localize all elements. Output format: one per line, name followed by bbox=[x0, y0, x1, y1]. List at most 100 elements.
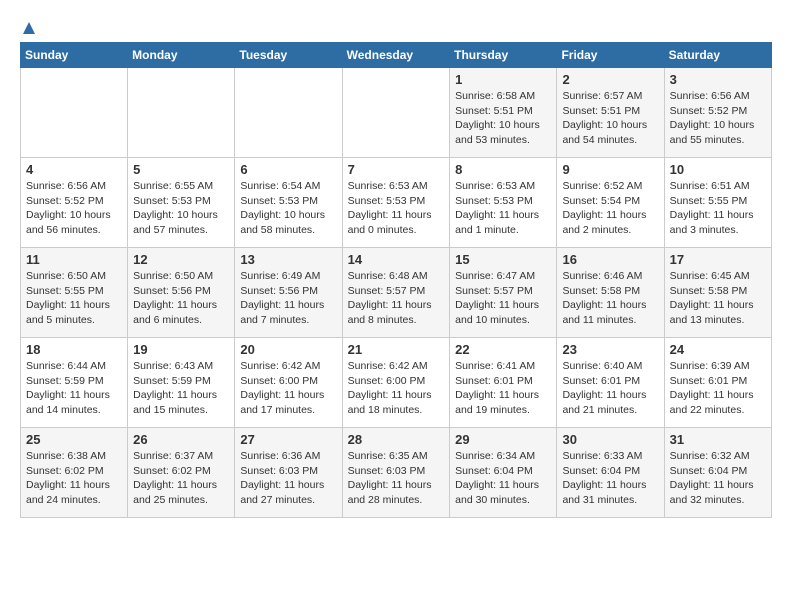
calendar-cell: 23 Sunrise: 6:40 AM Sunset: 6:01 PM Dayli… bbox=[557, 338, 664, 428]
day-number: 18 bbox=[26, 342, 122, 357]
calendar-day-header: Friday bbox=[557, 43, 664, 68]
day-number: 31 bbox=[670, 432, 766, 447]
calendar-cell: 15Sunrise: 6:47 AM Sunset: 5:57 PM Dayli… bbox=[450, 248, 557, 338]
calendar-cell bbox=[128, 68, 235, 158]
calendar-cell: 30 Sunrise: 6:33 AM Sunset: 6:04 PM Dayli… bbox=[557, 428, 664, 518]
day-number: 12 bbox=[133, 252, 229, 267]
day-info: Sunrise: 6:41 AM Sunset: 6:01 PM Dayligh… bbox=[455, 359, 551, 418]
calendar-day-header: Monday bbox=[128, 43, 235, 68]
logo bbox=[20, 20, 38, 32]
day-number: 11 bbox=[26, 252, 122, 267]
day-info: Sunrise: 6:39 AM Sunset: 6:01 PM Dayligh… bbox=[670, 359, 766, 418]
day-number: 9 bbox=[562, 162, 658, 177]
day-number: 23 bbox=[562, 342, 658, 357]
day-number: 8 bbox=[455, 162, 551, 177]
calendar-cell: 4 Sunrise: 6:56 AM Sunset: 5:52 PM Daylig… bbox=[21, 158, 128, 248]
day-number: 24 bbox=[670, 342, 766, 357]
calendar-cell: 9 Sunrise: 6:52 AM Sunset: 5:54 PM Daylig… bbox=[557, 158, 664, 248]
day-info: Sunrise: 6:42 AM Sunset: 6:00 PM Dayligh… bbox=[348, 359, 445, 418]
calendar-cell: 27 Sunrise: 6:36 AM Sunset: 6:03 PM Dayli… bbox=[235, 428, 342, 518]
day-info: Sunrise: 6:53 AM Sunset: 5:53 PM Dayligh… bbox=[348, 179, 445, 238]
calendar-cell: 28 Sunrise: 6:35 AM Sunset: 6:03 PM Dayli… bbox=[342, 428, 450, 518]
calendar-cell: 2 Sunrise: 6:57 AM Sunset: 5:51 PM Daylig… bbox=[557, 68, 664, 158]
calendar-day-header: Saturday bbox=[664, 43, 771, 68]
day-number: 3 bbox=[670, 72, 766, 87]
day-number: 14 bbox=[348, 252, 445, 267]
calendar-table: SundayMondayTuesdayWednesdayThursdayFrid… bbox=[20, 42, 772, 518]
calendar-week-row: 25Sunrise: 6:38 AM Sunset: 6:02 PM Dayli… bbox=[21, 428, 772, 518]
day-info: Sunrise: 6:53 AM Sunset: 5:53 PM Dayligh… bbox=[455, 179, 551, 238]
day-number: 28 bbox=[348, 432, 445, 447]
day-info: Sunrise: 6:50 AM Sunset: 5:55 PM Dayligh… bbox=[26, 269, 122, 328]
day-number: 4 bbox=[26, 162, 122, 177]
day-info: Sunrise: 6:48 AM Sunset: 5:57 PM Dayligh… bbox=[348, 269, 445, 328]
calendar-cell: 11 Sunrise: 6:50 AM Sunset: 5:55 PM Dayli… bbox=[21, 248, 128, 338]
calendar-cell: 31 Sunrise: 6:32 AM Sunset: 6:04 PM Dayli… bbox=[664, 428, 771, 518]
calendar-cell: 24 Sunrise: 6:39 AM Sunset: 6:01 PM Dayli… bbox=[664, 338, 771, 428]
day-info: Sunrise: 6:58 AM Sunset: 5:51 PM Dayligh… bbox=[455, 89, 551, 148]
calendar-cell: 12Sunrise: 6:50 AM Sunset: 5:56 PM Dayli… bbox=[128, 248, 235, 338]
day-info: Sunrise: 6:35 AM Sunset: 6:03 PM Dayligh… bbox=[348, 449, 445, 508]
calendar-cell: 5Sunrise: 6:55 AM Sunset: 5:53 PM Daylig… bbox=[128, 158, 235, 248]
calendar-cell: 29 Sunrise: 6:34 AM Sunset: 6:04 PM Dayli… bbox=[450, 428, 557, 518]
day-number: 1 bbox=[455, 72, 551, 87]
day-number: 22 bbox=[455, 342, 551, 357]
day-info: Sunrise: 6:37 AM Sunset: 6:02 PM Dayligh… bbox=[133, 449, 229, 508]
calendar-cell: 17Sunrise: 6:45 AM Sunset: 5:58 PM Dayli… bbox=[664, 248, 771, 338]
day-info: Sunrise: 6:57 AM Sunset: 5:51 PM Dayligh… bbox=[562, 89, 658, 148]
calendar-day-header: Sunday bbox=[21, 43, 128, 68]
day-info: Sunrise: 6:49 AM Sunset: 5:56 PM Dayligh… bbox=[240, 269, 336, 328]
calendar-cell: 3 Sunrise: 6:56 AM Sunset: 5:52 PM Daylig… bbox=[664, 68, 771, 158]
logo-icon bbox=[21, 20, 37, 36]
calendar-cell: 1 Sunrise: 6:58 AM Sunset: 5:51 PM Daylig… bbox=[450, 68, 557, 158]
day-info: Sunrise: 6:55 AM Sunset: 5:53 PM Dayligh… bbox=[133, 179, 229, 238]
page-header bbox=[20, 20, 772, 32]
calendar-cell: 25Sunrise: 6:38 AM Sunset: 6:02 PM Dayli… bbox=[21, 428, 128, 518]
day-info: Sunrise: 6:42 AM Sunset: 6:00 PM Dayligh… bbox=[240, 359, 336, 418]
day-info: Sunrise: 6:52 AM Sunset: 5:54 PM Dayligh… bbox=[562, 179, 658, 238]
day-info: Sunrise: 6:46 AM Sunset: 5:58 PM Dayligh… bbox=[562, 269, 658, 328]
day-info: Sunrise: 6:32 AM Sunset: 6:04 PM Dayligh… bbox=[670, 449, 766, 508]
day-info: Sunrise: 6:40 AM Sunset: 6:01 PM Dayligh… bbox=[562, 359, 658, 418]
day-number: 29 bbox=[455, 432, 551, 447]
day-info: Sunrise: 6:47 AM Sunset: 5:57 PM Dayligh… bbox=[455, 269, 551, 328]
calendar-week-row: 11 Sunrise: 6:50 AM Sunset: 5:55 PM Dayli… bbox=[21, 248, 772, 338]
calendar-cell: 26 Sunrise: 6:37 AM Sunset: 6:02 PM Dayli… bbox=[128, 428, 235, 518]
day-info: Sunrise: 6:56 AM Sunset: 5:52 PM Dayligh… bbox=[26, 179, 122, 238]
day-number: 6 bbox=[240, 162, 336, 177]
day-info: Sunrise: 6:43 AM Sunset: 5:59 PM Dayligh… bbox=[133, 359, 229, 418]
day-info: Sunrise: 6:54 AM Sunset: 5:53 PM Dayligh… bbox=[240, 179, 336, 238]
calendar-cell: 22 Sunrise: 6:41 AM Sunset: 6:01 PM Dayli… bbox=[450, 338, 557, 428]
calendar-cell: 19 Sunrise: 6:43 AM Sunset: 5:59 PM Dayli… bbox=[128, 338, 235, 428]
calendar-week-row: 4 Sunrise: 6:56 AM Sunset: 5:52 PM Daylig… bbox=[21, 158, 772, 248]
calendar-cell: 21 Sunrise: 6:42 AM Sunset: 6:00 PM Dayli… bbox=[342, 338, 450, 428]
day-number: 7 bbox=[348, 162, 445, 177]
calendar-cell: 6 Sunrise: 6:54 AM Sunset: 5:53 PM Daylig… bbox=[235, 158, 342, 248]
calendar-cell: 13Sunrise: 6:49 AM Sunset: 5:56 PM Dayli… bbox=[235, 248, 342, 338]
day-number: 21 bbox=[348, 342, 445, 357]
calendar-day-header: Thursday bbox=[450, 43, 557, 68]
day-number: 16 bbox=[562, 252, 658, 267]
calendar-cell: 7 Sunrise: 6:53 AM Sunset: 5:53 PM Daylig… bbox=[342, 158, 450, 248]
day-number: 27 bbox=[240, 432, 336, 447]
day-info: Sunrise: 6:36 AM Sunset: 6:03 PM Dayligh… bbox=[240, 449, 336, 508]
calendar-cell: 16 Sunrise: 6:46 AM Sunset: 5:58 PM Dayli… bbox=[557, 248, 664, 338]
calendar-header-row: SundayMondayTuesdayWednesdayThursdayFrid… bbox=[21, 43, 772, 68]
calendar-day-header: Tuesday bbox=[235, 43, 342, 68]
day-info: Sunrise: 6:38 AM Sunset: 6:02 PM Dayligh… bbox=[26, 449, 122, 508]
calendar-day-header: Wednesday bbox=[342, 43, 450, 68]
calendar-cell: 10 Sunrise: 6:51 AM Sunset: 5:55 PM Dayli… bbox=[664, 158, 771, 248]
day-number: 19 bbox=[133, 342, 229, 357]
day-info: Sunrise: 6:51 AM Sunset: 5:55 PM Dayligh… bbox=[670, 179, 766, 238]
calendar-cell bbox=[235, 68, 342, 158]
day-number: 10 bbox=[670, 162, 766, 177]
day-number: 26 bbox=[133, 432, 229, 447]
day-number: 20 bbox=[240, 342, 336, 357]
day-info: Sunrise: 6:45 AM Sunset: 5:58 PM Dayligh… bbox=[670, 269, 766, 328]
day-info: Sunrise: 6:34 AM Sunset: 6:04 PM Dayligh… bbox=[455, 449, 551, 508]
calendar-week-row: 1 Sunrise: 6:58 AM Sunset: 5:51 PM Daylig… bbox=[21, 68, 772, 158]
day-number: 30 bbox=[562, 432, 658, 447]
day-number: 2 bbox=[562, 72, 658, 87]
day-info: Sunrise: 6:56 AM Sunset: 5:52 PM Dayligh… bbox=[670, 89, 766, 148]
day-info: Sunrise: 6:33 AM Sunset: 6:04 PM Dayligh… bbox=[562, 449, 658, 508]
